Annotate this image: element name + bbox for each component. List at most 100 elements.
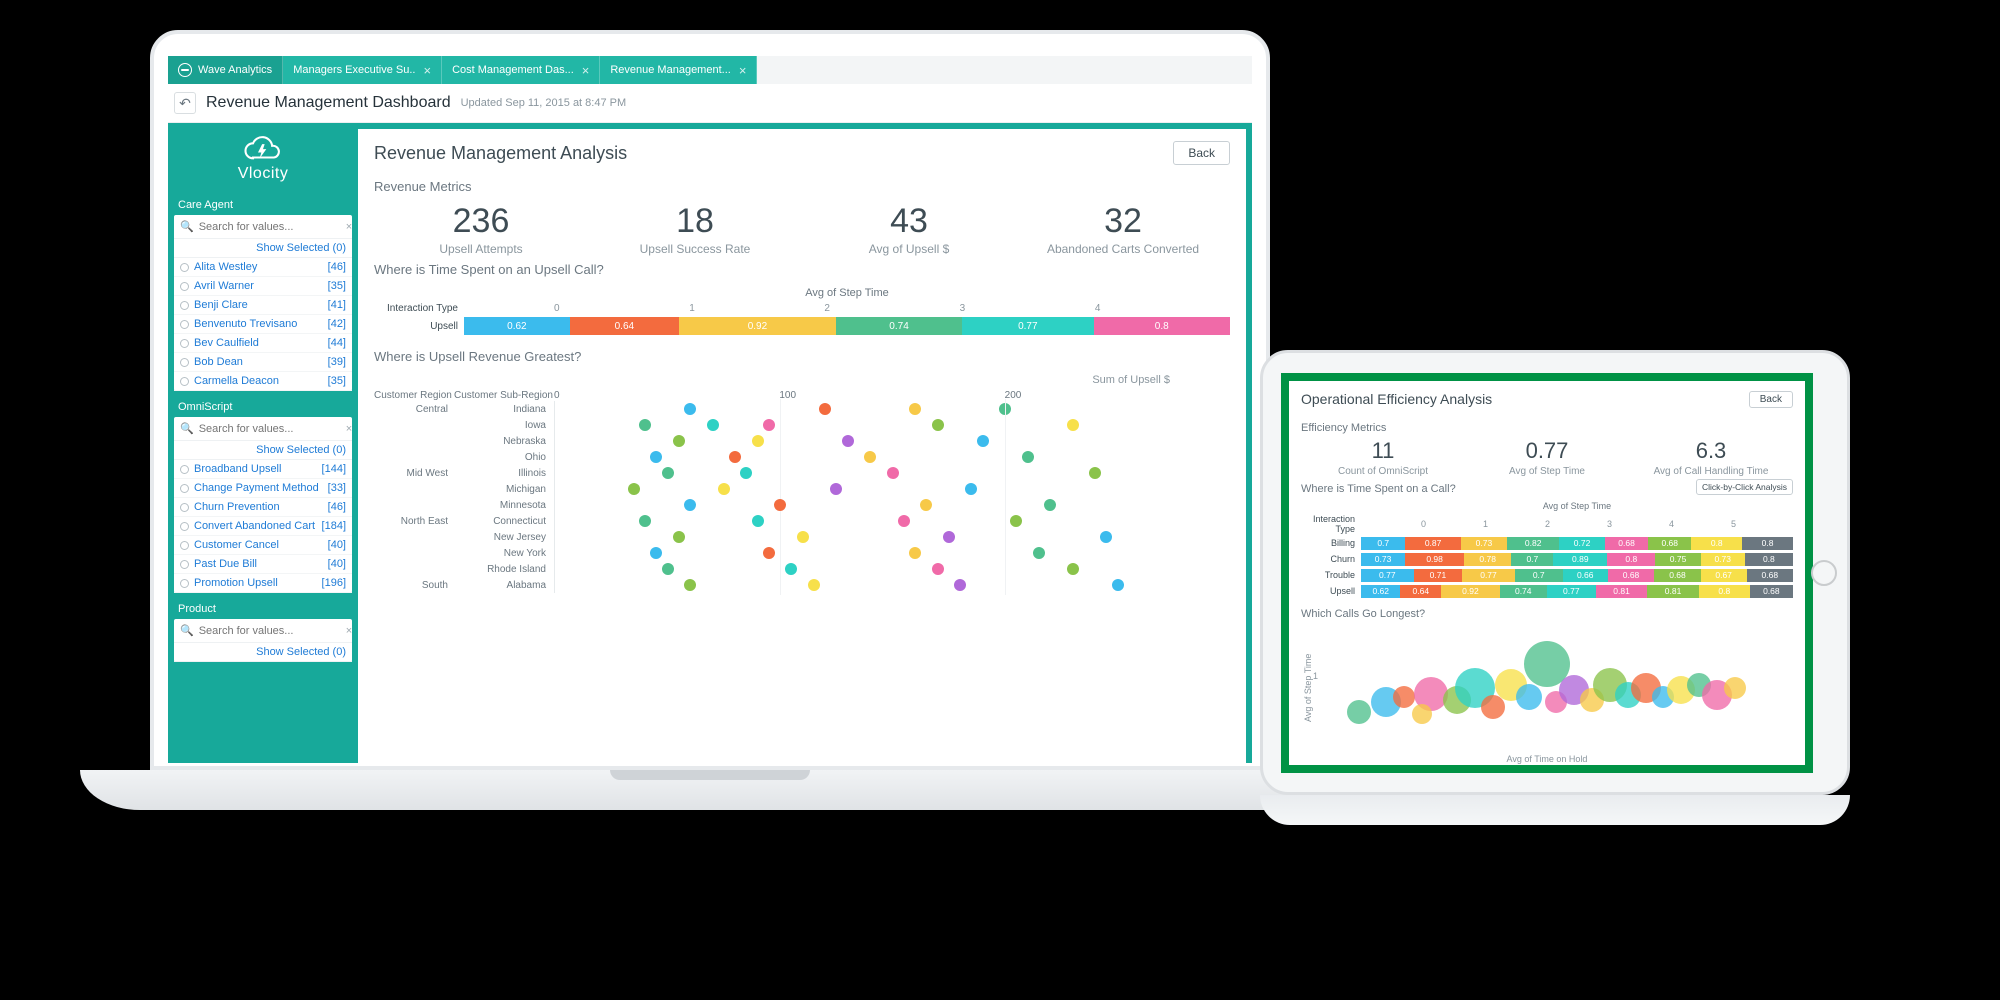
list-item[interactable]: Convert Abandoned Cart[184] [174, 517, 352, 536]
step-time-chart: Interaction Type 01234 Upsell 0.620.640.… [374, 303, 1230, 335]
search-input[interactable] [199, 423, 341, 435]
tab-wave-home[interactable]: Wave Analytics [168, 56, 283, 84]
back-button[interactable]: Back [1749, 391, 1793, 408]
data-point [932, 419, 944, 431]
list-item[interactable]: Customer Cancel[40] [174, 536, 352, 555]
row-header: Interaction Type [1301, 514, 1361, 534]
bubble-chart: Avg of Step Time 1 Avg of Time on Hold [1323, 628, 1771, 748]
tab-managers-exec[interactable]: Managers Executive Su.. × [283, 56, 442, 84]
dashboard-main: Revenue Management Analysis Back Revenue… [358, 129, 1246, 763]
page-title: Revenue Management Dashboard [206, 94, 451, 112]
data-point [842, 435, 854, 447]
laptop-base [80, 770, 1340, 810]
bubble-point [1412, 704, 1432, 724]
clear-icon[interactable]: × [346, 423, 352, 435]
vlocity-logo: Vlocity [168, 123, 358, 195]
facet-title: Product [174, 601, 352, 619]
tab-cost-mgmt[interactable]: Cost Management Das... × [442, 56, 600, 84]
data-point [887, 467, 899, 479]
data-point [864, 451, 876, 463]
list-item[interactable]: Alita Westley[46] [174, 258, 352, 277]
scatter-row: New York [374, 545, 1230, 561]
tab-revenue-mgmt[interactable]: Revenue Management... × [600, 56, 757, 84]
data-point [1067, 419, 1079, 431]
click-analysis-button[interactable]: Click-by-Click Analysis [1696, 479, 1793, 495]
tablet-home-button[interactable] [1811, 560, 1837, 586]
close-icon[interactable]: × [423, 63, 431, 78]
list-item[interactable]: Promotion Upsell[196] [174, 574, 352, 593]
data-point [797, 531, 809, 543]
metric: 236Upsell Attempts [374, 204, 588, 256]
list-item[interactable]: Carmella Deacon[35] [174, 372, 352, 391]
show-selected-link[interactable]: Show Selected (0) [174, 643, 352, 662]
scatter-row: Ohio [374, 449, 1230, 465]
data-point [808, 579, 820, 591]
data-point [1100, 531, 1112, 543]
list-item[interactable]: Churn Prevention[46] [174, 498, 352, 517]
wave-icon [178, 63, 192, 77]
data-point [909, 547, 921, 559]
bar-segment: 0.77 [962, 317, 1093, 335]
data-point [1089, 467, 1101, 479]
data-point [673, 531, 685, 543]
data-point [763, 547, 775, 559]
dashboard-shell: Vlocity Care Agent 🔍 × Show Selected (0)… [168, 123, 1252, 763]
scatter-row: Mid WestIllinois [374, 465, 1230, 481]
data-point [774, 499, 786, 511]
clear-icon[interactable]: × [346, 221, 352, 233]
axis-label: Avg of Step Time [464, 287, 1230, 299]
show-selected-link[interactable]: Show Selected (0) [174, 441, 352, 460]
data-point [1033, 547, 1045, 559]
data-point [1022, 451, 1034, 463]
list-item[interactable]: Avril Warner[35] [174, 277, 352, 296]
col-region: Customer Region [374, 390, 454, 401]
show-selected-link[interactable]: Show Selected (0) [174, 239, 352, 258]
list-item[interactable]: Bob Dean[39] [174, 353, 352, 372]
tab-label: Cost Management Das... [452, 64, 574, 76]
close-icon[interactable]: × [739, 63, 747, 78]
list-item[interactable]: Past Due Bill[40] [174, 555, 352, 574]
close-icon[interactable]: × [582, 63, 590, 78]
col-subregion: Customer Sub-Region [454, 390, 554, 401]
data-point [819, 403, 831, 415]
search-icon: 🔍 [180, 220, 194, 233]
scatter-axis-label: Sum of Upsell $ [374, 374, 1230, 386]
search-icon: 🔍 [180, 422, 194, 435]
step-row: Billing0.70.870.730.820.720.680.680.80.8 [1301, 537, 1793, 550]
bubble-point [1347, 700, 1371, 724]
metric: 32Abandoned Carts Converted [1016, 204, 1230, 256]
list-item[interactable]: Change Payment Method[33] [174, 479, 352, 498]
sidebar: Vlocity Care Agent 🔍 × Show Selected (0)… [168, 123, 358, 763]
tablet-frame: Operational Efficiency Analysis Back Eff… [1260, 350, 1850, 795]
tab-label: Wave Analytics [198, 64, 272, 76]
updated-stamp: Updated Sep 11, 2015 at 8:47 PM [461, 97, 627, 109]
undo-button[interactable]: ↶ [174, 92, 196, 114]
bar-segment: 0.74 [836, 317, 962, 335]
facet-title: OmniScript [174, 399, 352, 417]
bar-segment: 0.92 [679, 317, 836, 335]
list-item[interactable]: Broadband Upsell[144] [174, 460, 352, 479]
data-point [752, 515, 764, 527]
tab-label: Managers Executive Su.. [293, 64, 415, 76]
list-item[interactable]: Bev Caulfield[44] [174, 334, 352, 353]
search-input[interactable] [199, 221, 341, 233]
metric: 0.77Avg of Step Time [1465, 440, 1629, 477]
clear-icon[interactable]: × [346, 625, 352, 637]
facet-title: Care Agent [174, 197, 352, 215]
data-point [954, 579, 966, 591]
search-input[interactable] [199, 625, 341, 637]
data-point [965, 483, 977, 495]
data-point [639, 419, 651, 431]
tablet-shadow [1260, 795, 1850, 825]
list-item[interactable]: Benvenuto Trevisano[42] [174, 315, 352, 334]
data-point [740, 467, 752, 479]
facet-care-agent: Care Agent 🔍 × Show Selected (0) Alita W… [174, 197, 352, 391]
data-point [673, 435, 685, 447]
metric: 6.3Avg of Call Handling Time [1629, 440, 1793, 477]
data-point [662, 467, 674, 479]
back-button[interactable]: Back [1173, 141, 1230, 165]
laptop-screen: Wave Analytics Managers Executive Su.. ×… [150, 30, 1270, 770]
list-item[interactable]: Benji Clare[41] [174, 296, 352, 315]
data-point [1112, 579, 1124, 591]
scatter-row: New Jersey [374, 529, 1230, 545]
